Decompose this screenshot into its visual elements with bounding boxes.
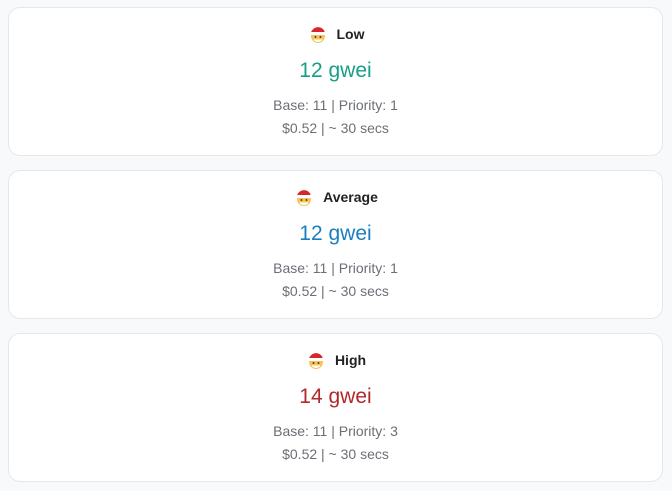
gas-price: 12 gwei <box>299 222 372 245</box>
santa-hat-face-icon <box>309 27 328 43</box>
tier-label: Average <box>323 189 378 205</box>
gas-card-average: Average 12 gwei Base: 11 | Priority: 1 $… <box>8 170 663 319</box>
santa-hat-face-icon <box>307 353 326 369</box>
gas-card-low: Low 12 gwei Base: 11 | Priority: 1 $0.52… <box>8 7 663 156</box>
card-header: High <box>9 348 662 372</box>
santa-hat-face-icon <box>296 190 315 206</box>
base-priority-text: Base: 11 | Priority: 1 <box>273 97 398 113</box>
card-header: Average <box>9 185 662 209</box>
tier-label: High <box>334 352 367 368</box>
gas-tracker: Low 12 gwei Base: 11 | Priority: 1 $0.52… <box>0 0 672 491</box>
tier-label: Low <box>336 26 365 42</box>
cost-time-text: $0.52 | ~ 30 secs <box>282 120 389 136</box>
gas-card-high: High 14 gwei Base: 11 | Priority: 3 $0.5… <box>8 333 663 482</box>
cost-time-text: $0.52 | ~ 30 secs <box>282 446 389 462</box>
base-priority-text: Base: 11 | Priority: 3 <box>273 423 398 439</box>
card-header: Low <box>9 22 662 46</box>
cost-time-text: $0.52 | ~ 30 secs <box>282 283 389 299</box>
base-priority-text: Base: 11 | Priority: 1 <box>273 260 398 276</box>
gas-price: 12 gwei <box>299 59 372 82</box>
gas-price: 14 gwei <box>299 385 372 408</box>
